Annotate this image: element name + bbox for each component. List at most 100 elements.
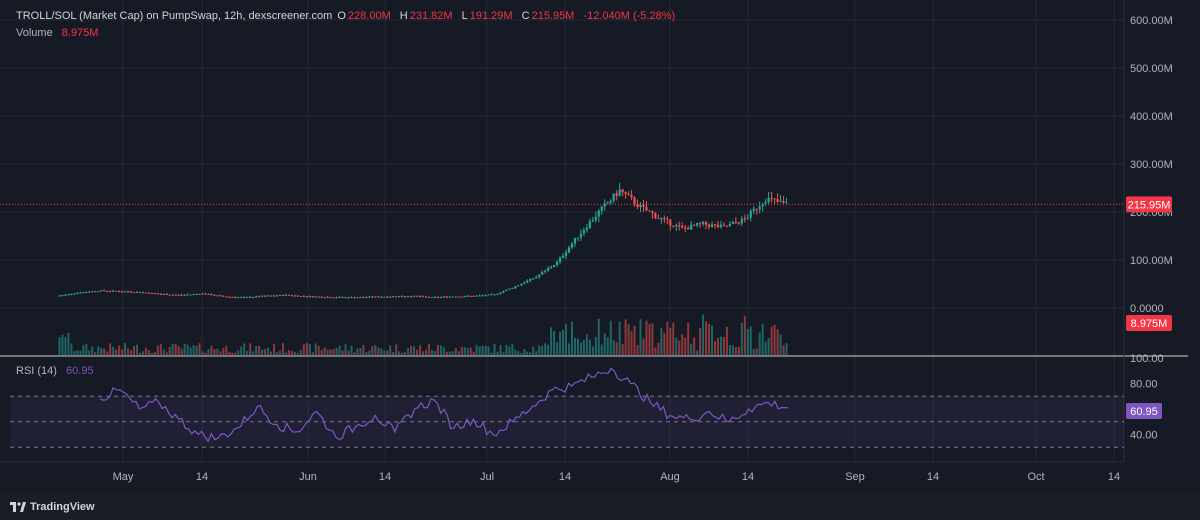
candle-body: [561, 255, 565, 258]
candle-body: [606, 202, 609, 204]
candle-body: [79, 292, 82, 294]
candle-body: [278, 294, 282, 296]
candle-body: [159, 293, 162, 295]
candle-body: [579, 233, 583, 238]
volume-bar: [609, 320, 612, 355]
volume-label[interactable]: Volume: [16, 27, 53, 39]
volume-bar: [73, 351, 76, 355]
candle-body: [162, 294, 165, 296]
price-axis[interactable]: 600.00M500.00M400.00M300.00M200.00M100.0…: [1130, 15, 1173, 315]
candle-body: [94, 291, 97, 293]
candle-body: [594, 216, 597, 221]
candle-body: [365, 297, 368, 299]
volume-bar: [719, 336, 722, 355]
candle-body: [597, 210, 600, 217]
candle-body: [466, 295, 469, 297]
candle-body: [135, 291, 139, 293]
candle-body: [76, 292, 79, 294]
volume-bar: [684, 337, 687, 355]
volume-bar: [216, 348, 219, 355]
time-axis[interactable]: May 14 Jun 14 Jul 14 Aug 14 Sep 14 Oct 14: [113, 471, 1121, 483]
price-badge-text: 215.95M: [1128, 199, 1171, 211]
volume-bar: [201, 351, 204, 355]
candle-body: [85, 291, 88, 293]
volume-bar: [109, 343, 112, 355]
candle-body: [323, 297, 326, 299]
candle-body: [699, 223, 702, 225]
volume-bar: [487, 346, 490, 355]
volume-bar: [767, 337, 770, 355]
volume-bar: [591, 346, 594, 355]
tradingview-logo[interactable]: TradingView: [10, 501, 95, 513]
volume-bar: [258, 345, 261, 355]
volume-bar: [284, 352, 287, 355]
candle-body: [627, 193, 630, 196]
chart-root: 600.00M 500.00M 400.00M 300.00M 200.00M 100.0…: [0, 0, 1200, 520]
candle-body: [103, 290, 106, 292]
volume-bar: [755, 348, 758, 355]
volume-bar: [103, 348, 106, 355]
volume-bar: [547, 344, 550, 355]
volume-bar: [740, 322, 743, 355]
volume-bar: [731, 345, 734, 355]
candle-body: [442, 296, 445, 298]
tradingview-logo-icon: [10, 502, 26, 512]
candle-body: [713, 224, 717, 226]
volume-bar: [225, 345, 228, 355]
rsi-value: 60.95: [66, 365, 94, 377]
candle-body: [120, 291, 124, 293]
candle-body: [296, 295, 299, 297]
volume-bar: [708, 323, 711, 355]
volume-bar: [612, 340, 615, 355]
volume-series: [58, 314, 788, 355]
volume-bar: [454, 348, 457, 355]
volume-bar: [600, 344, 603, 355]
volume-bar: [240, 346, 243, 355]
volume-bar: [618, 321, 621, 355]
chart-canvas[interactable]: 600.00M500.00M400.00M300.00M200.00M100.0…: [0, 0, 1200, 494]
candle-body: [243, 297, 246, 299]
candle-body: [415, 295, 419, 297]
candle-body: [746, 217, 749, 219]
legend-main: TROLL/SOL (Market Cap) on PumpSwap, 12h,…: [16, 10, 677, 22]
candle-body: [112, 290, 115, 292]
volume-bar: [714, 341, 716, 355]
volume-bar: [404, 351, 407, 355]
candle-body: [421, 296, 425, 298]
candle-body: [64, 294, 67, 296]
candle-body: [672, 225, 675, 227]
volume-bar: [770, 326, 773, 355]
candle-body: [359, 296, 362, 298]
volume-bar: [213, 349, 216, 355]
volume-bar: [320, 349, 323, 355]
candle-body: [380, 296, 383, 298]
volume-bar: [553, 330, 556, 355]
candle-body: [126, 291, 130, 293]
rsi-axis[interactable]: 100.00 80.00 40.00: [1130, 353, 1164, 442]
candle-body: [412, 295, 416, 297]
candle-body: [523, 282, 526, 284]
candle-body: [758, 206, 761, 210]
candle-body: [371, 296, 374, 298]
legend-rsi: RSI (14) 60.95: [16, 365, 96, 377]
volume-bar: [737, 346, 740, 355]
open-value: 228.00M: [347, 10, 391, 22]
candle-body: [567, 247, 571, 253]
candle-body: [222, 295, 225, 297]
volume-bar: [281, 343, 284, 355]
candle-body: [183, 294, 186, 296]
candle-body: [475, 295, 478, 297]
candle-body: [764, 201, 767, 204]
volume-bar: [311, 352, 314, 355]
rsi-label[interactable]: RSI (14): [16, 365, 57, 377]
candle-body: [302, 295, 305, 297]
candle-body: [642, 204, 645, 207]
candle-body: [201, 293, 204, 295]
time-tick-label: 14: [559, 471, 571, 483]
time-tick-label: Aug: [660, 471, 680, 483]
volume-bar: [308, 343, 311, 355]
volume-bar: [278, 350, 281, 355]
candle-body: [216, 295, 219, 297]
symbol-title[interactable]: TROLL/SOL (Market Cap) on PumpSwap, 12h,…: [16, 10, 332, 22]
candle-body: [263, 295, 267, 297]
